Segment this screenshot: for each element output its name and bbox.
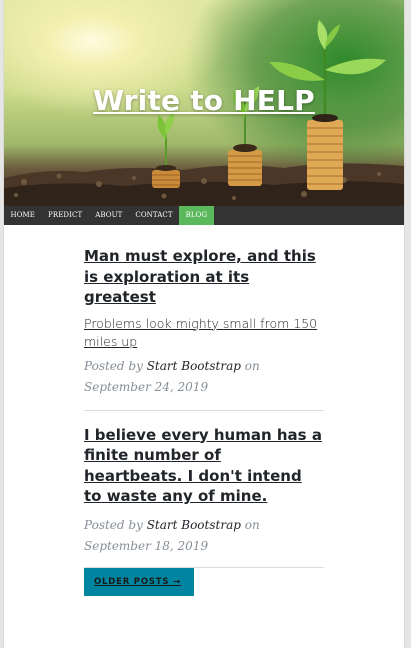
post-meta-on: on <box>244 517 260 532</box>
nav-item-home[interactable]: HOME <box>4 206 42 225</box>
post-meta-prefix: Posted by <box>84 358 143 373</box>
post-meta-on: on <box>244 358 260 373</box>
nav-item-about[interactable]: ABOUT <box>89 206 129 225</box>
post-author-link[interactable]: Start Bootstrap <box>147 359 241 373</box>
post-preview: I believe every human has a finite numbe… <box>84 411 324 557</box>
post-list: Man must explore, and this is exploratio… <box>84 226 324 596</box>
post-meta-prefix: Posted by <box>84 517 143 532</box>
nav-item-predict[interactable]: PREDICT <box>42 206 89 225</box>
coin-stack-small <box>152 170 180 188</box>
nav-item-contact[interactable]: CONTACT <box>129 206 179 225</box>
post-title-link[interactable]: I believe every human has a finite numbe… <box>84 425 324 507</box>
older-posts-button[interactable]: OLDER POSTS → <box>84 567 194 596</box>
post-date: September 18, 2019 <box>84 538 209 553</box>
pager: OLDER POSTS → <box>84 567 324 596</box>
post-title-link[interactable]: Man must explore, and this is exploratio… <box>84 246 324 308</box>
page: Write to HELP HOME PREDICT ABOUT CONTACT… <box>4 0 404 648</box>
post-meta: Posted by Start Bootstrap on September 1… <box>84 515 324 557</box>
site-title[interactable]: Write to HELP <box>4 84 404 117</box>
post-author-link[interactable]: Start Bootstrap <box>147 518 241 532</box>
post-date: September 24, 2019 <box>84 379 209 394</box>
main-nav: HOME PREDICT ABOUT CONTACT BLOG <box>4 206 404 225</box>
hero-header: Write to HELP <box>4 0 404 206</box>
nav-item-blog[interactable]: BLOG <box>179 206 214 225</box>
post-preview: Man must explore, and this is exploratio… <box>84 226 324 398</box>
post-subtitle-link[interactable]: Problems look mighty small from 150 mile… <box>84 315 324 352</box>
post-meta: Posted by Start Bootstrap on September 2… <box>84 356 324 398</box>
coin-stack-medium <box>228 150 262 186</box>
coin-stack-tall <box>307 120 343 190</box>
